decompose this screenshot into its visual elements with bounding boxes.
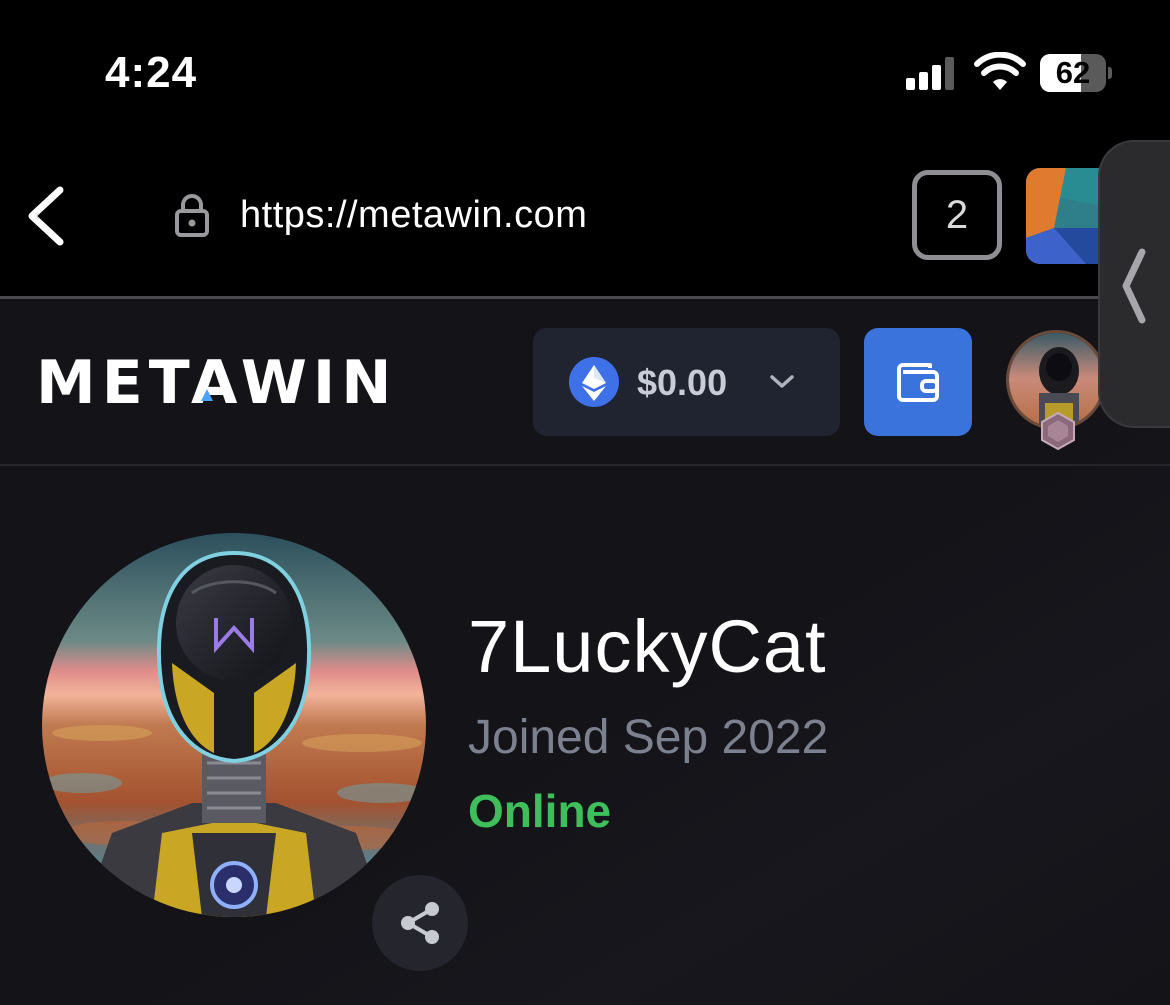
share-button[interactable]: [372, 875, 468, 971]
wifi-icon: [974, 52, 1026, 90]
profile-online-status: Online: [468, 785, 612, 837]
metawin-logo[interactable]: METAWIN: [36, 348, 397, 418]
profile-avatar-image: [42, 533, 426, 917]
logo-accent-triangle: [201, 389, 213, 401]
lock-icon: [175, 194, 209, 237]
cellular-signal-icon: [906, 56, 958, 90]
share-icon: [401, 902, 439, 944]
wallet-button[interactable]: [864, 328, 972, 436]
status-time: 4:24: [105, 48, 198, 97]
back-chevron-icon[interactable]: [24, 186, 68, 246]
tabs-button[interactable]: 2: [912, 170, 1002, 260]
side-panel-handle[interactable]: [1098, 140, 1170, 428]
profile-joined-date: Joined Sep 2022: [468, 711, 829, 764]
chevron-down-icon: [770, 375, 794, 388]
battery-indicator: 62: [1040, 54, 1112, 92]
ethereum-icon: [569, 357, 619, 407]
balance-dropdown[interactable]: $0.00: [533, 328, 840, 436]
url-field[interactable]: https://metawin.com: [240, 194, 587, 237]
battery-percentage: 62: [1055, 55, 1091, 90]
profile-username: 7LuckyCat: [468, 605, 827, 688]
side-panel-chevron-icon: [1122, 248, 1146, 324]
site-header-divider: [0, 464, 1170, 466]
balance-value: $0.00: [637, 362, 728, 403]
status-bar: 4:24 62: [0, 0, 1170, 140]
profile-avatar: [42, 533, 426, 917]
wallet-icon: [897, 363, 939, 402]
level-badge-icon: [1041, 412, 1075, 450]
